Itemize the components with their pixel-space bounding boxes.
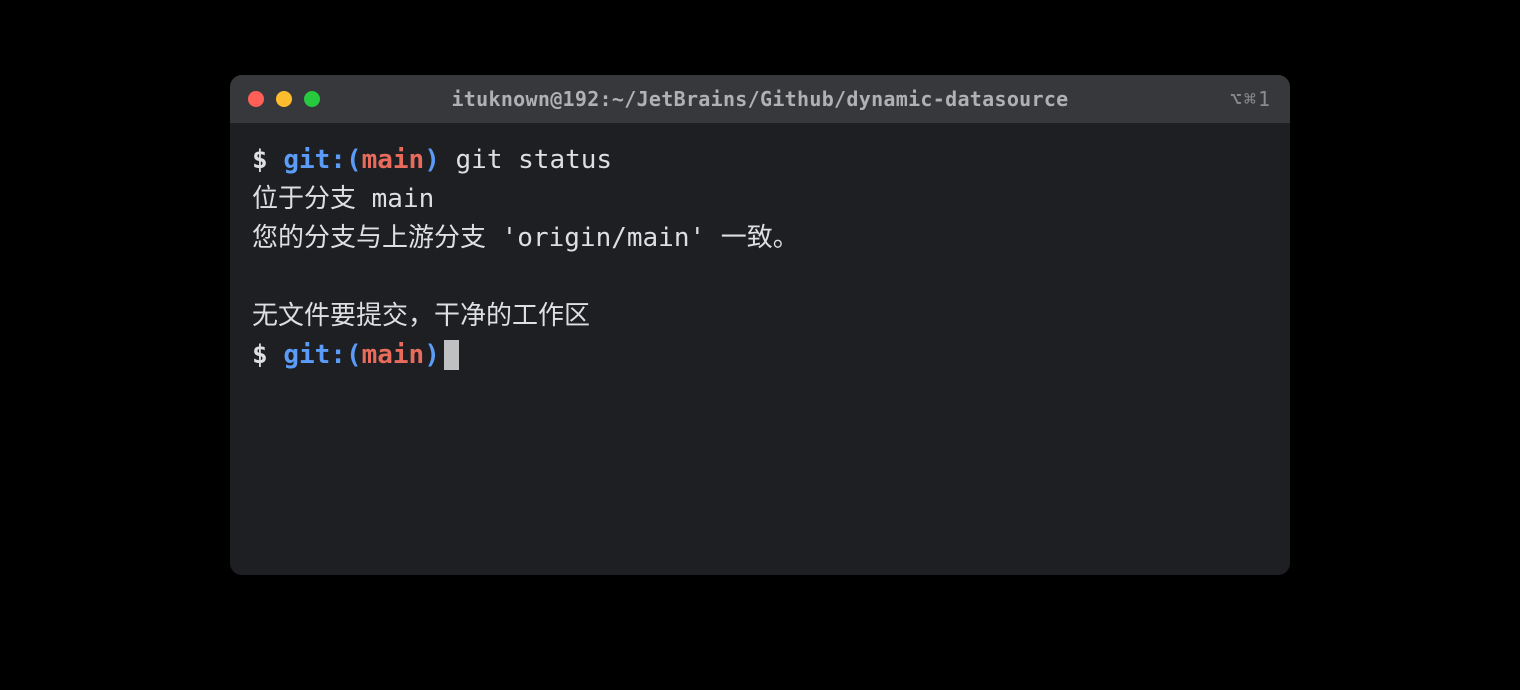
traffic-lights: [248, 91, 320, 107]
close-icon[interactable]: [248, 91, 264, 107]
git-label: git:: [283, 340, 346, 370]
prompt-symbol: $: [252, 145, 283, 175]
git-label: git:: [283, 145, 346, 175]
output-line-1: 位于分支 main: [252, 180, 1268, 219]
prompt-line-2: $ git:(main): [252, 336, 1268, 375]
command-text: git status: [440, 145, 612, 175]
minimize-icon[interactable]: [276, 91, 292, 107]
branch-name: main: [362, 340, 425, 370]
output-line-3: 无文件要提交，干净的工作区: [252, 297, 1268, 336]
window-title: ituknown@192:~/JetBrains/Github/dynamic-…: [230, 87, 1290, 111]
paren-open: (: [346, 340, 362, 370]
blank-line: [252, 258, 1268, 297]
output-line-2: 您的分支与上游分支 'origin/main' 一致。: [252, 219, 1268, 258]
title-bar: ituknown@192:~/JetBrains/Github/dynamic-…: [230, 75, 1290, 123]
prompt-symbol: $: [252, 340, 283, 370]
paren-close: ): [424, 340, 440, 370]
paren-open: (: [346, 145, 362, 175]
terminal-window: ituknown@192:~/JetBrains/Github/dynamic-…: [230, 75, 1290, 575]
branch-name: main: [362, 145, 425, 175]
cursor-icon: [444, 340, 459, 370]
paren-close: ): [424, 145, 440, 175]
prompt-line-1: $ git:(main) git status: [252, 141, 1268, 180]
maximize-icon[interactable]: [304, 91, 320, 107]
tab-indicator: ⌥⌘1: [1230, 87, 1272, 111]
terminal-body[interactable]: $ git:(main) git status 位于分支 main 您的分支与上…: [230, 123, 1290, 575]
